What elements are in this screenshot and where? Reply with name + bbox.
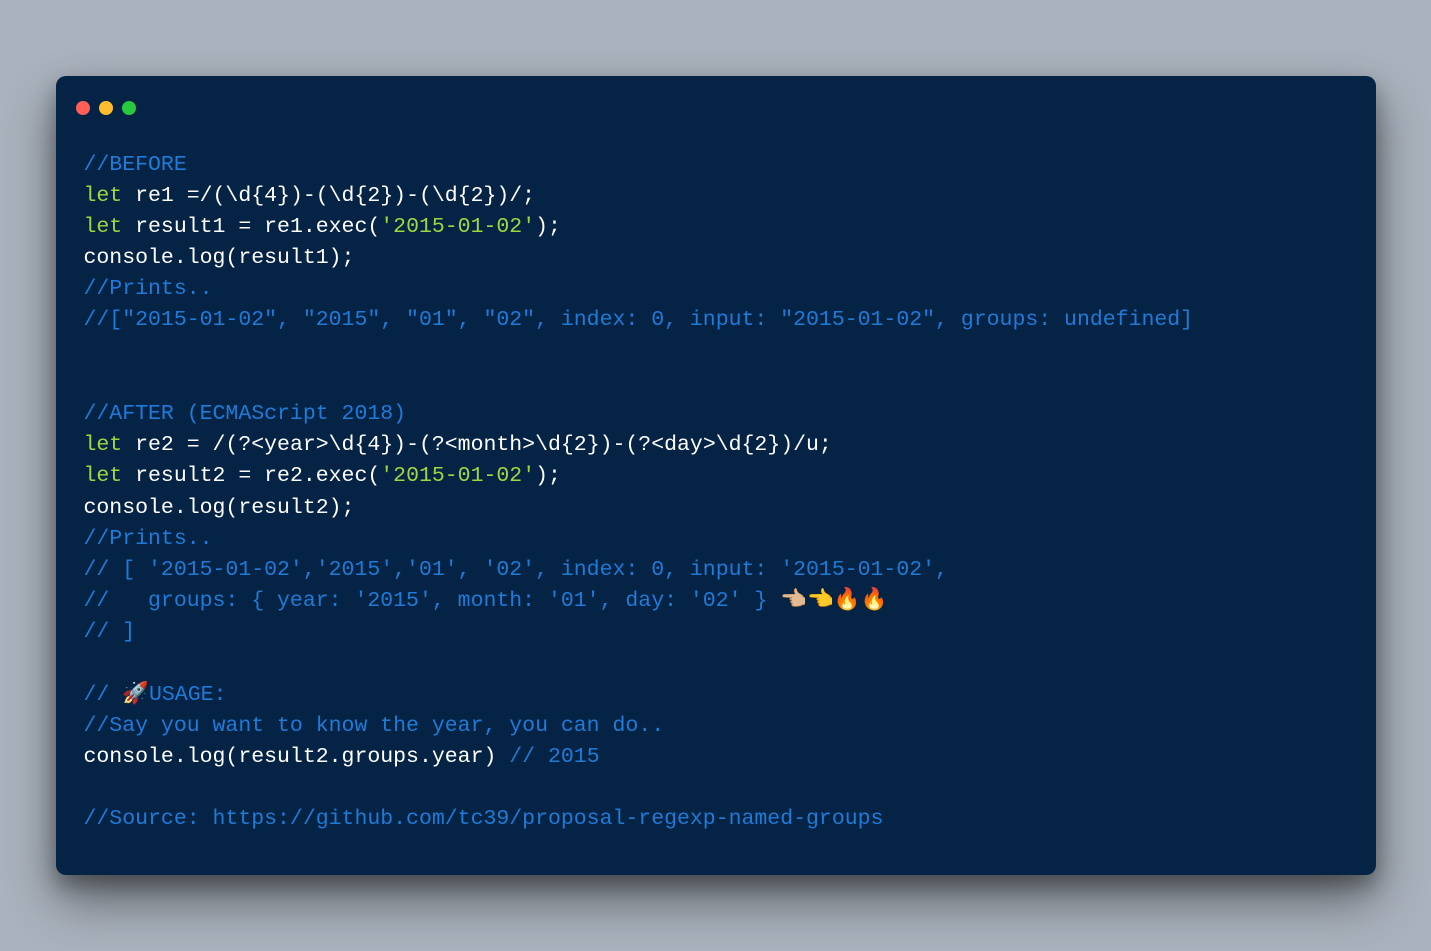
code-line <box>84 773 1348 804</box>
code-token: let <box>84 184 123 208</box>
code-token: result1 = re1.exec( <box>122 215 380 239</box>
code-line <box>84 368 1348 399</box>
code-line: let re1 =/(\d{4})-(\d{2})-(\d{2})/; <box>84 181 1348 212</box>
code-line: console.log(result2); <box>84 493 1348 524</box>
code-token: //Say you want to know the year, you can… <box>84 714 665 738</box>
code-token: // ] <box>84 620 136 644</box>
code-token: let <box>84 433 123 457</box>
code-token: let <box>84 464 123 488</box>
code-line: let result2 = re2.exec('2015-01-02'); <box>84 461 1348 492</box>
code-token: //Prints.. <box>84 527 213 551</box>
code-token: re1 =/(\d{4})-(\d{2})-(\d{2})/; <box>122 184 535 208</box>
code-line: //Source: https://github.com/tc39/propos… <box>84 804 1348 835</box>
code-token: //["2015-01-02", "2015", "01", "02", ind… <box>84 308 1194 332</box>
code-token: //Prints.. <box>84 277 213 301</box>
code-token: USAGE: <box>149 683 226 707</box>
code-token: console.log(result2.groups.year) <box>84 745 510 769</box>
code-line: //["2015-01-02", "2015", "01", "02", ind… <box>84 305 1348 336</box>
code-token: result2 = re2.exec( <box>122 464 380 488</box>
window-titlebar <box>56 76 1376 126</box>
code-line: //Prints.. <box>84 524 1348 555</box>
code-line: //Say you want to know the year, you can… <box>84 711 1348 742</box>
code-token: //Source: https://github.com/tc39/propos… <box>84 807 884 831</box>
code-line <box>84 337 1348 368</box>
code-token: '2015-01-02' <box>380 215 535 239</box>
code-token: // <box>84 683 123 707</box>
code-token: console.log(result1); <box>84 246 355 270</box>
code-line: // ] <box>84 617 1348 648</box>
code-line: //Prints.. <box>84 274 1348 305</box>
code-token: //AFTER (ECMAScript 2018) <box>84 402 407 426</box>
code-line <box>84 648 1348 679</box>
code-line: // [ '2015-01-02','2015','01', '02', ind… <box>84 555 1348 586</box>
code-token: ); <box>535 464 561 488</box>
code-token: // [ '2015-01-02','2015','01', '02', ind… <box>84 558 948 582</box>
code-line: console.log(result2.groups.year) // 2015 <box>84 742 1348 773</box>
code-token: let <box>84 215 123 239</box>
code-token: ); <box>535 215 561 239</box>
code-line: // groups: { year: '2015', month: '01', … <box>84 586 1348 617</box>
code-line: //BEFORE <box>84 150 1348 181</box>
code-token: //BEFORE <box>84 153 187 177</box>
code-token: 🚀 <box>122 683 149 707</box>
code-line: let re2 = /(?<year>\d{4})-(?<month>\d{2}… <box>84 430 1348 461</box>
close-traffic-light-icon[interactable] <box>76 101 90 115</box>
code-line: console.log(result1); <box>84 243 1348 274</box>
code-block: //BEFORE let re1 =/(\d{4})-(\d{2})-(\d{2}… <box>56 126 1376 836</box>
code-line: // 🚀USAGE: <box>84 680 1348 711</box>
minimize-traffic-light-icon[interactable] <box>99 101 113 115</box>
code-token: // groups: { year: '2015', month: '01', … <box>84 589 781 613</box>
code-token: // 2015 <box>509 745 599 769</box>
code-token: '2015-01-02' <box>380 464 535 488</box>
code-token: console.log(result2); <box>84 496 355 520</box>
code-window: //BEFORE let re1 =/(\d{4})-(\d{2})-(\d{2}… <box>56 76 1376 876</box>
zoom-traffic-light-icon[interactable] <box>122 101 136 115</box>
code-token: 👈🏼👈🔥🔥 <box>780 589 887 613</box>
code-token: re2 = /(?<year>\d{4})-(?<month>\d{2})-(?… <box>122 433 832 457</box>
code-line: //AFTER (ECMAScript 2018) <box>84 399 1348 430</box>
code-line: let result1 = re1.exec('2015-01-02'); <box>84 212 1348 243</box>
